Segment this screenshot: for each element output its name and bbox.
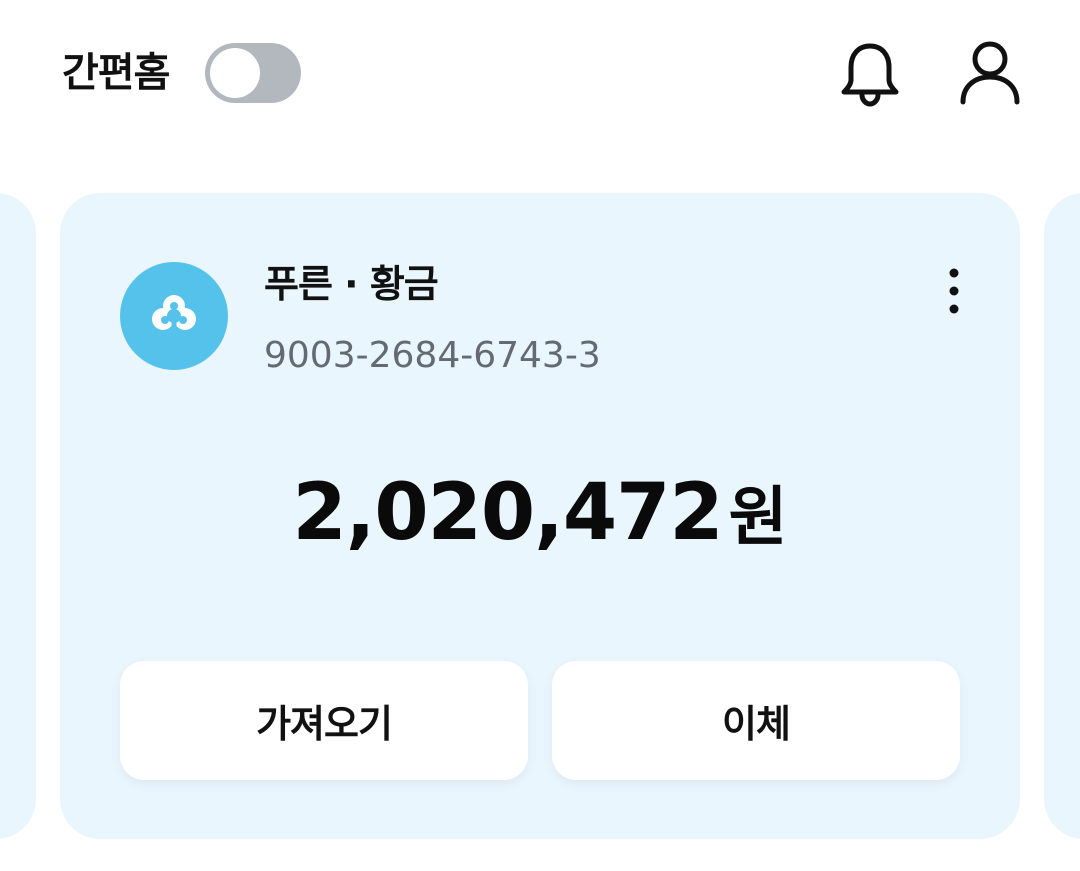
- bell-icon: [841, 43, 899, 107]
- balance-amount: 2,020,472: [292, 468, 723, 558]
- import-button[interactable]: 가져오기: [120, 661, 528, 780]
- notification-button[interactable]: [834, 38, 906, 110]
- top-bar: 간편홈: [0, 0, 1080, 150]
- account-card[interactable]: 푸른 · 황금 9003-2684-6743-3 2,020,472원 가져오기…: [60, 193, 1020, 839]
- account-balance[interactable]: 2,020,472원: [60, 463, 1020, 584]
- profile-icon: [960, 41, 1020, 105]
- simple-home-toggle[interactable]: [205, 43, 301, 103]
- currency-unit: 원: [728, 481, 788, 555]
- simple-home-label: 간편홈: [62, 50, 170, 96]
- account-name: 푸른 · 황금: [264, 262, 439, 306]
- clover-icon: [152, 295, 196, 334]
- toggle-knob: [210, 48, 260, 98]
- previous-account-card[interactable]: [0, 193, 36, 839]
- profile-button[interactable]: [954, 36, 1026, 108]
- bank-logo: [120, 262, 228, 370]
- account-number[interactable]: 9003-2684-6743-3: [264, 333, 601, 379]
- transfer-button[interactable]: 이체: [552, 661, 960, 780]
- next-account-card[interactable]: [1044, 193, 1080, 839]
- home-screen: 간편홈 푸른 · 황금 9003-2684-6743-3 2,020,472원 …: [0, 0, 1080, 871]
- more-options-button[interactable]: [930, 261, 978, 321]
- more-vertical-icon: [949, 268, 959, 314]
